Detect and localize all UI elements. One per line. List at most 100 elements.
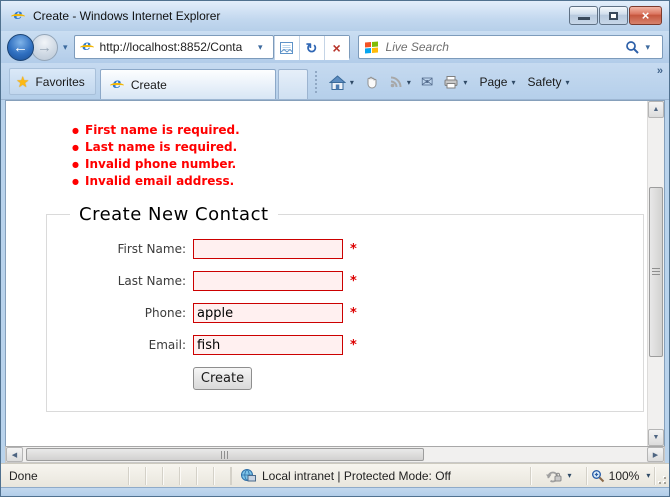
first-name-row: First Name: * (47, 239, 643, 259)
scroll-down-button[interactable]: ▼ (648, 429, 664, 446)
local-intranet-icon (241, 469, 256, 482)
refresh-icon: ↻ (305, 39, 318, 56)
status-separator (214, 466, 231, 485)
required-marker: * (350, 273, 357, 289)
horizontal-scroll-thumb[interactable] (26, 448, 424, 461)
zoom-control[interactable]: 100% ▾ (587, 466, 655, 485)
toolbar-divider (314, 71, 317, 93)
stop-icon: × (332, 40, 341, 56)
print-dropdown-icon[interactable]: ▾ (463, 78, 467, 87)
scroll-up-button[interactable]: ▲ (648, 101, 664, 118)
validation-error: Invalid phone number. (72, 156, 647, 173)
history-dropdown-button[interactable]: ▾ (63, 42, 68, 53)
first-name-label: First Name: (117, 242, 186, 256)
page-viewport: First name is required. Last name is req… (5, 100, 665, 446)
scroll-right-button[interactable]: ▶ (647, 447, 664, 462)
page-dropdown-icon: ▾ (511, 77, 516, 87)
scroll-down-icon: ▼ (652, 434, 660, 441)
search-input[interactable] (385, 40, 626, 54)
smartscreen-dropdown-icon[interactable]: ▾ (567, 471, 571, 480)
required-marker: * (350, 305, 357, 321)
titlebar[interactable]: e Create - Windows Internet Explorer × (1, 1, 669, 31)
scroll-left-icon: ◀ (11, 451, 18, 459)
feeds-button[interactable]: ▾ (384, 69, 416, 95)
read-mail-button[interactable]: ✉ (416, 69, 439, 95)
address-bar[interactable]: e ▾ (73, 35, 274, 59)
zoom-dropdown-icon[interactable]: ▾ (646, 471, 650, 480)
refresh-button[interactable]: ↻ (298, 36, 324, 60)
horizontal-scrollbar[interactable]: ◀ ▶ (5, 446, 665, 463)
back-icon: ← (13, 38, 28, 56)
zoom-level: 100% (608, 468, 640, 483)
phone-label: Phone: (144, 306, 186, 320)
tab-favicon: e (109, 76, 125, 93)
favorites-label: Favorites (35, 74, 85, 89)
page-menu-label: Page (479, 75, 508, 89)
last-name-field[interactable] (193, 271, 343, 291)
page-favicon: e (79, 39, 95, 55)
ie-logo-icon: e (10, 8, 26, 24)
page-menu-button[interactable]: Page ▾ (472, 69, 520, 95)
maximize-icon (609, 11, 618, 20)
feeds-dropdown-icon[interactable]: ▾ (407, 78, 411, 87)
window-controls: × (568, 6, 662, 25)
toolbar-overflow-chevron[interactable]: » (657, 65, 663, 77)
last-name-label: Last Name: (117, 274, 186, 288)
print-button[interactable]: ▾ (438, 69, 472, 95)
command-bar: ▾ ▾ ✉ ▾ Page ▾ Safety ▾ (324, 67, 575, 97)
required-marker: * (350, 241, 357, 257)
home-button[interactable]: ▾ (324, 69, 359, 95)
validation-error: First name is required. (72, 122, 647, 139)
search-icon[interactable] (625, 40, 640, 55)
stop-button[interactable]: × (323, 36, 349, 60)
hand-button[interactable] (359, 69, 384, 95)
status-separator (129, 466, 146, 485)
tab-title: Create (130, 77, 167, 92)
search-options-dropdown-icon[interactable]: ▾ (645, 42, 650, 53)
phone-field[interactable] (193, 303, 343, 323)
back-button[interactable]: ← (7, 33, 34, 61)
status-separator (163, 466, 180, 485)
minimize-button[interactable] (569, 6, 598, 25)
address-dropdown-icon[interactable]: ▾ (258, 42, 263, 53)
browser-window: e Create - Windows Internet Explorer × ←… (0, 0, 670, 497)
navigation-bar: ← → ▾ e ▾ ↻ × (1, 31, 669, 63)
security-zone-text: Local intranet | Protected Mode: Off (262, 468, 451, 483)
home-dropdown-icon[interactable]: ▾ (350, 78, 354, 87)
create-contact-fieldset: Create New Contact First Name: * Last Na… (46, 204, 644, 412)
live-search-logo-icon (364, 41, 378, 53)
status-bar: Done Local intranet | Protected Mode: Of… (1, 463, 669, 487)
hand-icon (367, 76, 377, 88)
address-input[interactable] (99, 40, 253, 54)
vertical-scrollbar[interactable]: ▲ ▼ (647, 101, 664, 446)
close-button[interactable]: × (629, 6, 662, 25)
favorites-star-icon: ★ (16, 73, 30, 91)
close-icon: × (641, 8, 650, 23)
create-button[interactable]: Create (193, 367, 252, 390)
status-text: Done (9, 468, 38, 483)
tab-create[interactable]: e Create (99, 69, 276, 99)
email-field[interactable] (193, 335, 343, 355)
email-label: Email: (148, 338, 186, 352)
page-title: Create New Contact (79, 204, 269, 225)
smartscreen-cell[interactable]: ▾ (531, 466, 587, 485)
vertical-scroll-thumb[interactable] (649, 187, 663, 357)
status-separator (197, 466, 214, 485)
resize-grip[interactable] (655, 464, 669, 487)
favorites-button[interactable]: ★ Favorites (9, 68, 96, 95)
validation-error: Invalid email address. (72, 173, 647, 190)
new-tab-button[interactable] (277, 69, 308, 99)
safety-menu-button[interactable]: Safety ▾ (520, 69, 574, 95)
scroll-right-icon: ▶ (652, 451, 659, 459)
status-separator (112, 466, 129, 485)
status-separator (146, 466, 163, 485)
forward-button[interactable]: → (31, 33, 58, 61)
scroll-left-button[interactable]: ◀ (6, 447, 23, 462)
first-name-field[interactable] (193, 239, 343, 259)
compatibility-view-icon (280, 42, 294, 54)
maximize-button[interactable] (599, 6, 628, 25)
search-box[interactable]: ▾ (357, 35, 663, 59)
security-lock-icon (546, 471, 562, 482)
scroll-up-icon: ▲ (652, 106, 660, 113)
compatibility-view-button[interactable] (273, 36, 299, 60)
